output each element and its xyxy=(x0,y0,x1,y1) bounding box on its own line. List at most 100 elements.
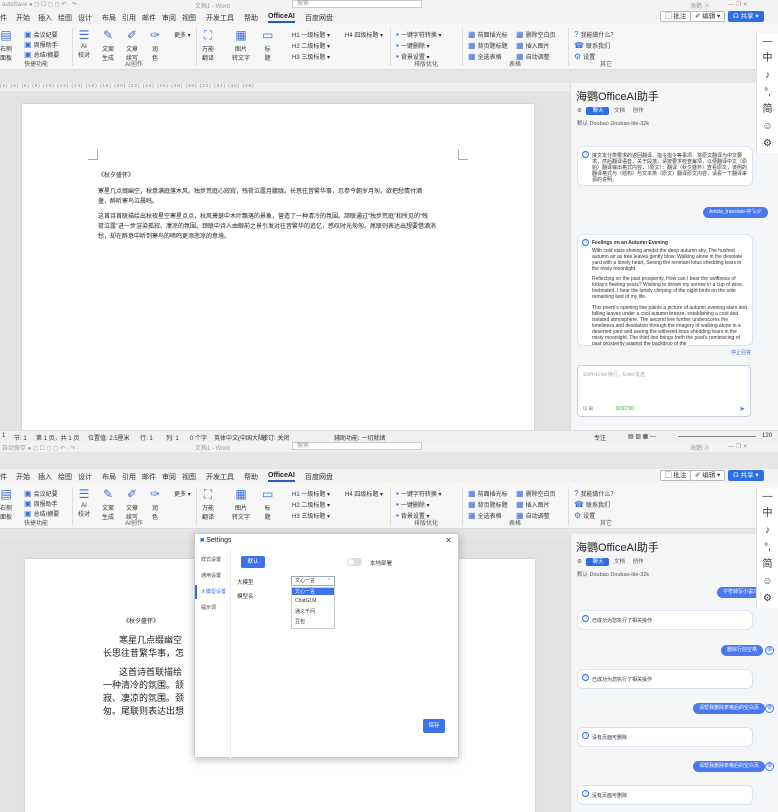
menu-4[interactable]: 设计 xyxy=(78,13,92,23)
menu-1[interactable]: 开始 xyxy=(16,13,30,23)
menu-6[interactable]: 引用 xyxy=(122,472,136,482)
summary-button[interactable]: ▣ 总结/摘要 xyxy=(24,509,59,518)
nav-general-settings[interactable]: 通用设置 xyxy=(201,572,221,579)
right-panel-button[interactable]: ▤ 右侧 面板 xyxy=(0,28,12,62)
settings-icon[interactable]: ⚙ xyxy=(577,559,582,565)
heading-3-button[interactable]: H3 三级标题 ▾ xyxy=(292,511,330,520)
edit-mode-button[interactable]: ✐ 编辑 ▾ xyxy=(690,470,726,481)
summary-button[interactable]: ▣ 总结/摘要 xyxy=(24,50,59,59)
article-continue-button[interactable]: ✐ 文章 续写 xyxy=(126,487,138,521)
ime-button-0[interactable]: — xyxy=(757,33,778,50)
tab-draw[interactable]: 创作 xyxy=(633,108,644,114)
menu-13[interactable]: 百度网盘 xyxy=(305,472,333,482)
window-controls[interactable]: — ❐ ✕ xyxy=(728,443,748,450)
menu-2[interactable]: 插入 xyxy=(38,13,52,23)
menu-8[interactable]: 审阅 xyxy=(162,13,176,23)
search-box[interactable]: 搜索 xyxy=(292,0,422,8)
quick-access-toolbar[interactable]: 自动保存 ● ◻ ☐ ◻ ◻ ↶ · ↷ · xyxy=(2,443,79,452)
zoom-slider[interactable] xyxy=(678,436,756,437)
nav-style-settings[interactable]: 样式设置 xyxy=(201,556,221,563)
menu-5[interactable]: 布局 xyxy=(102,472,116,482)
menu-11[interactable]: 帮助 xyxy=(244,13,258,23)
other-item-0[interactable]: ? 我能做什么？ xyxy=(574,489,616,498)
menu-10[interactable]: 开发工具 xyxy=(206,13,234,23)
article-continue-button[interactable]: ✐ 文章 续写 xyxy=(126,28,138,62)
table-item-1[interactable]: ▦ 删除空白页 xyxy=(516,30,556,39)
polish-button[interactable]: ✑ 润色 xyxy=(150,487,160,521)
universal-translate-button[interactable]: ⛶ 万能 翻译 xyxy=(202,487,214,521)
menu-4[interactable]: 设计 xyxy=(78,472,92,482)
comment-button[interactable]: ▢ 批注 xyxy=(660,470,692,481)
layout-item-1[interactable]: ▪ 一键删除 ▾ xyxy=(396,41,430,50)
menu-10[interactable]: 开发工具 xyxy=(206,472,234,482)
ime-button-2[interactable]: ♪ xyxy=(757,67,778,84)
meeting-button[interactable]: ▣ 会议纪要 xyxy=(24,30,58,39)
local-deploy-toggle[interactable] xyxy=(347,558,362,566)
more-button[interactable]: 更多 ▾ xyxy=(174,489,191,498)
tab-chat[interactable]: 聊天 xyxy=(586,107,610,115)
search-box[interactable]: 搜索 xyxy=(292,442,422,450)
menu-7[interactable]: 邮件 xyxy=(142,13,156,23)
menu-7[interactable]: 邮件 xyxy=(142,472,156,482)
ime-button-2[interactable]: ♪ xyxy=(757,522,778,539)
menu-3[interactable]: 绘图 xyxy=(58,472,72,482)
option-wenxin[interactable]: 文心一言 xyxy=(292,588,334,595)
meeting-button[interactable]: ▣ 会议纪要 xyxy=(24,489,58,498)
other-item-1[interactable]: ☎ 联系我们 xyxy=(574,41,610,50)
heading-1-button[interactable]: H1 一级标题 ▾ xyxy=(292,489,330,498)
menu-6[interactable]: 引用 xyxy=(122,13,136,23)
ime-button-5[interactable]: ☺ xyxy=(757,573,778,590)
send-icon[interactable]: ➤ xyxy=(739,405,745,413)
nav-model-settings[interactable]: 大模型设置 xyxy=(201,588,226,595)
copy-generate-button[interactable]: ✎ 文案 生成 xyxy=(102,28,114,62)
nav-prompts[interactable]: 提示词 xyxy=(201,604,216,611)
heading-4-button[interactable]: H4 四级标题 ▾ xyxy=(345,30,383,39)
menu-3[interactable]: 绘图 xyxy=(58,13,72,23)
table-item-3[interactable]: ▦ 插入图片 xyxy=(516,41,550,50)
menu-11[interactable]: 帮助 xyxy=(244,472,258,482)
tab-chat[interactable]: 聊天 xyxy=(586,558,610,566)
heading-2-button[interactable]: H2 二级标题 ▾ xyxy=(292,500,330,509)
table-item-0[interactable]: ▦ 前面插光标 xyxy=(468,489,508,498)
ime-button-1[interactable]: 中 xyxy=(757,505,778,522)
menu-2[interactable]: 插入 xyxy=(38,472,52,482)
menu-5[interactable]: 布局 xyxy=(102,13,116,23)
table-item-2[interactable]: ▦ 背页题标题 xyxy=(468,500,508,509)
menu-13[interactable]: 百度网盘 xyxy=(305,13,333,23)
menu-1[interactable]: 开始 xyxy=(16,472,30,482)
heading-button[interactable]: ▭ 标题 xyxy=(262,487,273,521)
user-account[interactable]: 海鹦 ⓐ xyxy=(690,1,710,10)
tab-draw[interactable]: 创作 xyxy=(633,559,644,565)
menu-9[interactable]: 视图 xyxy=(182,13,196,23)
menu-12[interactable]: OfficeAI xyxy=(268,13,295,23)
default-button[interactable]: 默认 xyxy=(241,556,265,568)
status-item-10[interactable]: 专注 xyxy=(594,433,606,442)
ime-button-0[interactable]: — xyxy=(757,488,778,505)
more-button[interactable]: 更多 ▾ xyxy=(174,30,191,39)
weekly-button[interactable]: ▣ 周报助手 xyxy=(24,499,58,508)
attach-icon[interactable]: ⊡ ⊞ xyxy=(583,406,593,412)
ime-button-6[interactable]: ⚙ xyxy=(757,590,778,607)
heading-3-button[interactable]: H3 三级标题 ▾ xyxy=(292,52,330,61)
universal-translate-button[interactable]: ⛶ 万能 翻译 xyxy=(202,28,214,62)
tab-doc[interactable]: 文档 xyxy=(614,108,625,114)
save-button[interactable]: 保存 xyxy=(423,719,445,733)
right-panel-button[interactable]: ▤ 右侧 面板 xyxy=(0,487,12,521)
menu-0[interactable]: 件 xyxy=(0,472,7,482)
option-tongyi[interactable]: 通义千问 xyxy=(292,608,318,615)
document-area[interactable]: 《秋夕盛怀》 寒星几点缀幽空，秋意满庭落木风。独步荒庭心寂寂，残荷泣露月朦胧。长… xyxy=(0,92,570,430)
ime-button-4[interactable]: 简 xyxy=(757,101,778,118)
view-mode-icons[interactable]: ▤ ▥ ▦ — xyxy=(628,433,656,440)
ai-proofread-button[interactable]: ☰ AI 校对 xyxy=(78,487,90,518)
ime-button-3[interactable]: °, xyxy=(757,539,778,556)
ime-button-1[interactable]: 中 xyxy=(757,50,778,67)
chat-input[interactable]: Shift+Enter换行，Enter发送 ⊡ ⊞ 0/30700 ➤ xyxy=(577,365,751,417)
model-select[interactable]: 文心一言 ⌃ xyxy=(291,576,335,586)
edit-mode-button[interactable]: ✐ 编辑 ▾ xyxy=(690,11,726,22)
window-controls[interactable]: — ❐ ✕ xyxy=(728,1,748,8)
table-item-0[interactable]: ▦ 前面插光标 xyxy=(468,30,508,39)
ime-button-4[interactable]: 简 xyxy=(757,556,778,573)
status-item-11[interactable]: 120 xyxy=(762,433,772,439)
share-button[interactable]: ☊ 共享 ▾ xyxy=(728,470,764,481)
heading-2-button[interactable]: H2 二级标题 ▾ xyxy=(292,41,330,50)
